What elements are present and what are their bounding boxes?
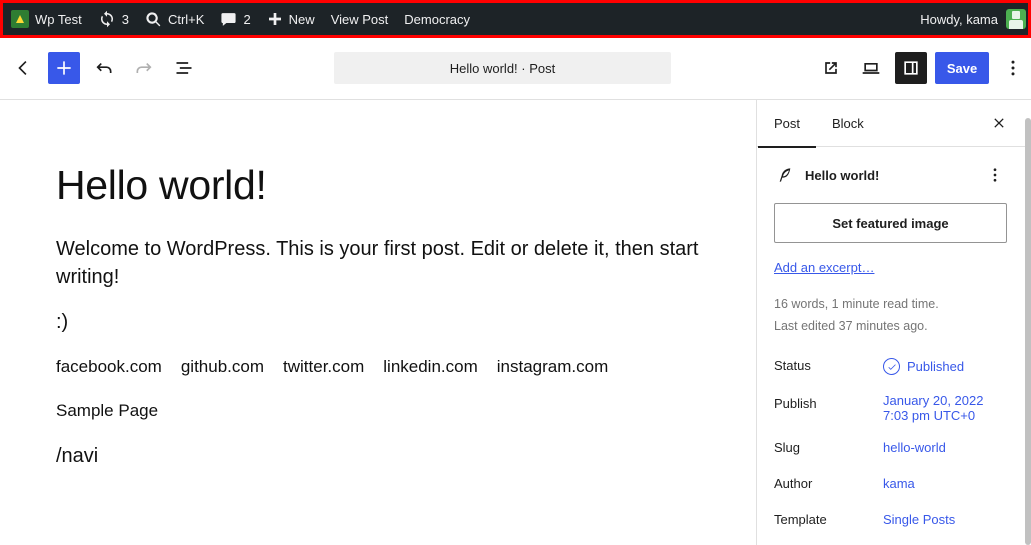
status-value[interactable]: Published [883, 358, 965, 375]
sidebar-tabs: Post Block [757, 100, 1027, 148]
undo-icon [96, 63, 112, 73]
undo-button[interactable] [88, 52, 120, 84]
template-value[interactable]: Single Posts [883, 512, 955, 527]
plus-icon [268, 13, 281, 25]
post-meta-info: 16 words, 1 minute read time. Last edite… [774, 293, 939, 337]
editor-header: Hello world! · Post Save [0, 38, 1031, 100]
site-menu[interactable]: Wp Test [3, 3, 90, 35]
democracy-link[interactable]: Democracy [396, 3, 478, 35]
slug-value[interactable]: hello-world [883, 440, 946, 455]
search-menu[interactable]: Ctrl+K [137, 3, 212, 35]
set-featured-image-button[interactable]: Set featured image [774, 203, 1007, 243]
chevron-left-icon [18, 61, 27, 75]
post-title[interactable]: Hello world! [56, 162, 267, 209]
avatar [1006, 9, 1026, 29]
redo-icon [136, 63, 152, 73]
check-circle-icon [883, 358, 900, 375]
slug-label: Slug [774, 440, 801, 455]
document-overview-button[interactable] [168, 52, 200, 84]
close-sidebar-button[interactable] [987, 111, 1011, 135]
settings-sidebar: Post Block Hello world! Set featured ima… [756, 100, 1031, 545]
updates-icon [100, 10, 113, 28]
status-text: Published [907, 359, 965, 374]
document-title-bar[interactable]: Hello world! · Post [334, 52, 671, 84]
plus-icon [57, 61, 71, 75]
desktop-icon [862, 63, 880, 74]
post-summary-title: Hello world! [777, 166, 879, 184]
author-label: Author [774, 476, 813, 491]
feather-icon [777, 166, 793, 184]
social-link-github[interactable]: github.com [181, 357, 264, 377]
publish-value[interactable]: January 20, 2022 7:03 pm UTC+0 [883, 393, 983, 423]
template-label: Template [774, 512, 827, 527]
view-post-link[interactable]: View Post [323, 3, 397, 35]
post-summary-name: Hello world! [805, 167, 880, 183]
add-block-button[interactable] [48, 52, 80, 84]
new-label: New [288, 11, 315, 27]
site-logo-icon [11, 10, 29, 28]
paragraph-block[interactable]: Welcome to WordPress. This is your first… [56, 235, 716, 291]
navi-block[interactable]: /navi [56, 445, 98, 468]
new-menu[interactable]: New [259, 3, 323, 35]
settings-toggle-button[interactable] [895, 52, 927, 84]
social-link-twitter[interactable]: twitter.com [283, 357, 364, 377]
social-links-block: facebook.com github.com twitter.com link… [56, 357, 627, 377]
comment-icon [221, 12, 237, 26]
post-actions-button[interactable] [985, 164, 1005, 186]
editor-canvas: Hello world! Welcome to WordPress. This … [0, 100, 756, 545]
list-view-icon [176, 62, 192, 74]
close-icon [994, 118, 1004, 128]
options-button[interactable] [997, 52, 1029, 84]
comments-count: 2 [243, 11, 251, 27]
external-link-icon [825, 62, 837, 74]
social-link-instagram[interactable]: instagram.com [497, 357, 608, 377]
publish-label: Publish [774, 396, 817, 411]
account-menu[interactable]: Howdy, kama [920, 3, 1028, 35]
sidebar-icon [904, 61, 918, 75]
sidebar-scrollbar[interactable] [1025, 118, 1031, 545]
social-link-facebook[interactable]: facebook.com [56, 357, 162, 377]
status-label: Status [774, 358, 811, 373]
sample-page-link[interactable]: Sample Page [56, 401, 158, 421]
save-button[interactable]: Save [935, 52, 989, 84]
site-name: Wp Test [35, 11, 82, 27]
howdy-text: Howdy, kama [920, 11, 998, 27]
admin-bar: Wp Test 3 Ctrl+K 2 New View Post Democra… [0, 0, 1031, 38]
search-icon [146, 11, 161, 26]
smiley-block[interactable]: :) [56, 311, 68, 334]
publish-date: January 20, 2022 [883, 393, 984, 408]
last-edited: Last edited 37 minutes ago. [774, 319, 928, 333]
redo-button[interactable] [128, 52, 160, 84]
publish-time: 7:03 pm UTC+0 [883, 408, 976, 423]
more-vertical-icon [1011, 60, 1015, 76]
preview-button[interactable] [855, 52, 887, 84]
view-post-button[interactable] [815, 52, 847, 84]
social-link-linkedin[interactable]: linkedin.com [383, 357, 478, 377]
updates-count: 3 [121, 11, 129, 27]
tab-block[interactable]: Block [816, 100, 880, 147]
author-value[interactable]: kama [883, 476, 915, 491]
search-shortcut: Ctrl+K [167, 11, 205, 27]
back-button[interactable] [8, 52, 40, 84]
updates-menu[interactable]: 3 [90, 3, 137, 35]
word-count: 16 words, 1 minute read time. [774, 297, 939, 311]
add-excerpt-link[interactable]: Add an excerpt… [774, 260, 874, 275]
tab-post[interactable]: Post [758, 100, 817, 148]
more-vertical-icon [993, 168, 997, 182]
comments-menu[interactable]: 2 [212, 3, 258, 35]
